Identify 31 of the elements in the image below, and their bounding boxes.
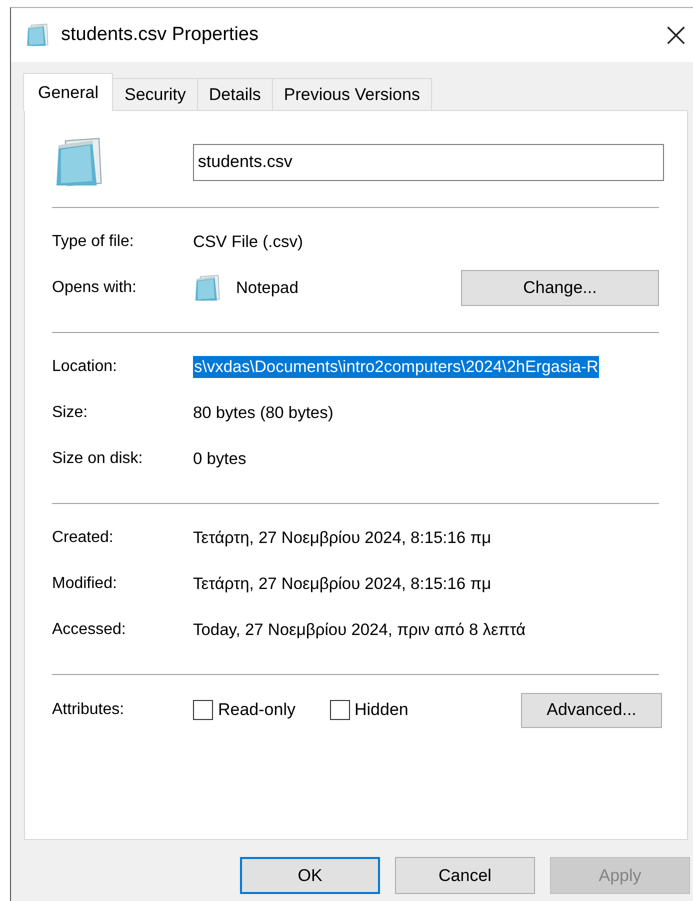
advanced-button[interactable]: Advanced... bbox=[521, 692, 662, 728]
checkbox-label[interactable]: Read-only bbox=[218, 700, 296, 720]
field-label: Opens with: bbox=[52, 279, 138, 297]
selected-field-value[interactable]: s\vxdas\Documents\intro2computers\2024\2hErgasia-R bbox=[193, 356, 600, 378]
field-value: Τετάρτη, 27 Νοεμβρίου 2024, 8:15:16 πμ bbox=[193, 574, 492, 594]
field-label: Modified: bbox=[52, 575, 118, 593]
field-value: Τετάρτη, 27 Νοεμβρίου 2024, 8:15:16 πμ bbox=[193, 528, 492, 548]
field-label: Size: bbox=[52, 404, 89, 422]
field-label: Created: bbox=[52, 529, 114, 547]
change-button[interactable]: Change... bbox=[461, 270, 659, 306]
field-value: 80 bytes (80 bytes) bbox=[193, 404, 334, 422]
field-value: CSV File (.csv) bbox=[193, 232, 304, 252]
field-label: Size on disk: bbox=[52, 450, 144, 468]
tab[interactable]: Previous Versions bbox=[272, 78, 432, 110]
field-label: Accessed: bbox=[52, 621, 127, 639]
file-name-field[interactable]: students.csv bbox=[192, 144, 664, 180]
field-value: Today, 27 Νοεμβρίου 2024, πριν από 8 λεπτά bbox=[193, 620, 526, 640]
tab[interactable]: General bbox=[23, 73, 114, 111]
field-label: Attributes: bbox=[52, 701, 126, 719]
field-label: Type of file: bbox=[52, 233, 135, 251]
app-name: Notepad bbox=[236, 278, 298, 298]
checkbox-label[interactable]: Hidden bbox=[354, 700, 408, 720]
field-label: Location: bbox=[52, 358, 118, 376]
window-title: students.csv Properties bbox=[61, 24, 258, 46]
dialog-button[interactable]: OK bbox=[240, 857, 380, 894]
field-value: 0 bytes bbox=[193, 450, 246, 468]
dialog-button[interactable]: Cancel bbox=[395, 857, 535, 894]
checkbox[interactable] bbox=[330, 700, 350, 720]
notepad-icon bbox=[25, 22, 51, 48]
close-button[interactable]: × bbox=[661, 15, 691, 55]
checkbox[interactable] bbox=[193, 700, 213, 720]
